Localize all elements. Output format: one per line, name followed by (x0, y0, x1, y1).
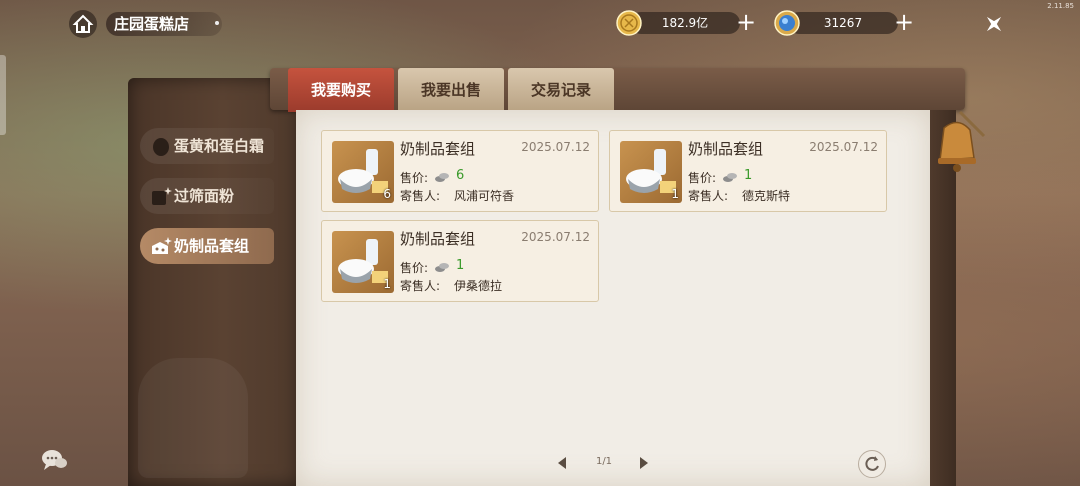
title-dot (215, 21, 219, 25)
gold-amount: 182.9亿 (630, 12, 740, 34)
item-name: 奶制品套组 (688, 140, 764, 158)
item-price: 1 (744, 168, 753, 183)
diamond-amount: 31267 (788, 12, 898, 34)
price-label: 售价: (400, 171, 429, 185)
chat-icon[interactable] (40, 448, 68, 472)
tab-sell[interactable]: 我要出售 (398, 68, 504, 112)
seller-name: 德克斯特 (742, 189, 791, 203)
gold-coin-icon (616, 10, 642, 36)
seller-label: 寄售人: (400, 189, 441, 203)
dairy-set-thumbnail: 1 (620, 141, 682, 203)
flour-icon (152, 187, 172, 205)
category-flour[interactable]: 过筛面粉 (140, 178, 274, 214)
page-title: 庄园蛋糕店 (106, 12, 222, 36)
tab-history[interactable]: 交易记录 (508, 68, 614, 112)
item-price: 6 (456, 168, 465, 183)
listing-date: 2025.07.12 (521, 140, 590, 154)
item-quantity: 6 (383, 187, 391, 201)
item-name: 奶制品套组 (400, 230, 476, 248)
side-drawer-handle[interactable] (0, 55, 6, 135)
page-indicator: 1/1 (595, 456, 613, 467)
refresh-icon (865, 456, 879, 471)
listing-card[interactable]: 1 奶制品套组 2025.07.12 售价: 1 寄售人: 德克斯特 (609, 130, 887, 212)
close-icon[interactable] (980, 10, 1008, 38)
version-label: 2.11.85 (1047, 2, 1074, 10)
gold-currency: 182.9亿 + (616, 10, 760, 36)
item-quantity: 1 (383, 277, 391, 291)
coin-pile-icon (435, 263, 449, 272)
seller-name: 风浦可符香 (454, 189, 515, 203)
category-egg[interactable]: 蛋黄和蛋白霜 (140, 128, 274, 164)
cake-decoration (138, 358, 248, 478)
price-label: 售价: (400, 261, 429, 275)
home-icon[interactable] (68, 9, 98, 39)
price-label: 售价: (688, 171, 717, 185)
listing-card[interactable]: 1 奶制品套组 2025.07.12 售价: 1 寄售人: 伊桑德拉 (321, 220, 599, 302)
next-page-icon[interactable] (638, 455, 650, 471)
category-label: 蛋黄和蛋白霜 (174, 137, 265, 155)
diamond-icon (774, 10, 800, 36)
listing-card[interactable]: 6 奶制品套组 2025.07.12 售价: 6 寄售人: 风浦可符香 (321, 130, 599, 212)
category-dairy[interactable]: 奶制品套组 (140, 228, 274, 264)
seller-name: 伊桑德拉 (454, 279, 503, 293)
category-label: 奶制品套组 (174, 237, 250, 255)
seller-label: 寄售人: (400, 279, 441, 293)
tab-buy[interactable]: 我要购买 (288, 68, 394, 112)
dairy-set-thumbnail: 6 (332, 141, 394, 203)
seller-label: 寄售人: (688, 189, 729, 203)
dairy-icon (152, 237, 172, 254)
item-name: 奶制品套组 (400, 140, 476, 158)
diamond-currency: 31267 + (774, 10, 918, 36)
add-diamond-button[interactable]: + (892, 10, 916, 36)
coin-pile-icon (723, 173, 737, 182)
add-gold-button[interactable]: + (734, 10, 758, 36)
category-label: 过筛面粉 (174, 187, 235, 205)
prev-page-icon[interactable] (556, 455, 568, 471)
listing-date: 2025.07.12 (521, 230, 590, 244)
bell-icon[interactable] (930, 108, 986, 180)
item-price: 1 (456, 258, 465, 273)
refresh-button[interactable] (858, 450, 886, 478)
item-quantity: 1 (671, 187, 679, 201)
coin-pile-icon (435, 173, 449, 182)
listing-date: 2025.07.12 (809, 140, 878, 154)
egg-icon (153, 138, 169, 156)
dairy-set-thumbnail: 1 (332, 231, 394, 293)
